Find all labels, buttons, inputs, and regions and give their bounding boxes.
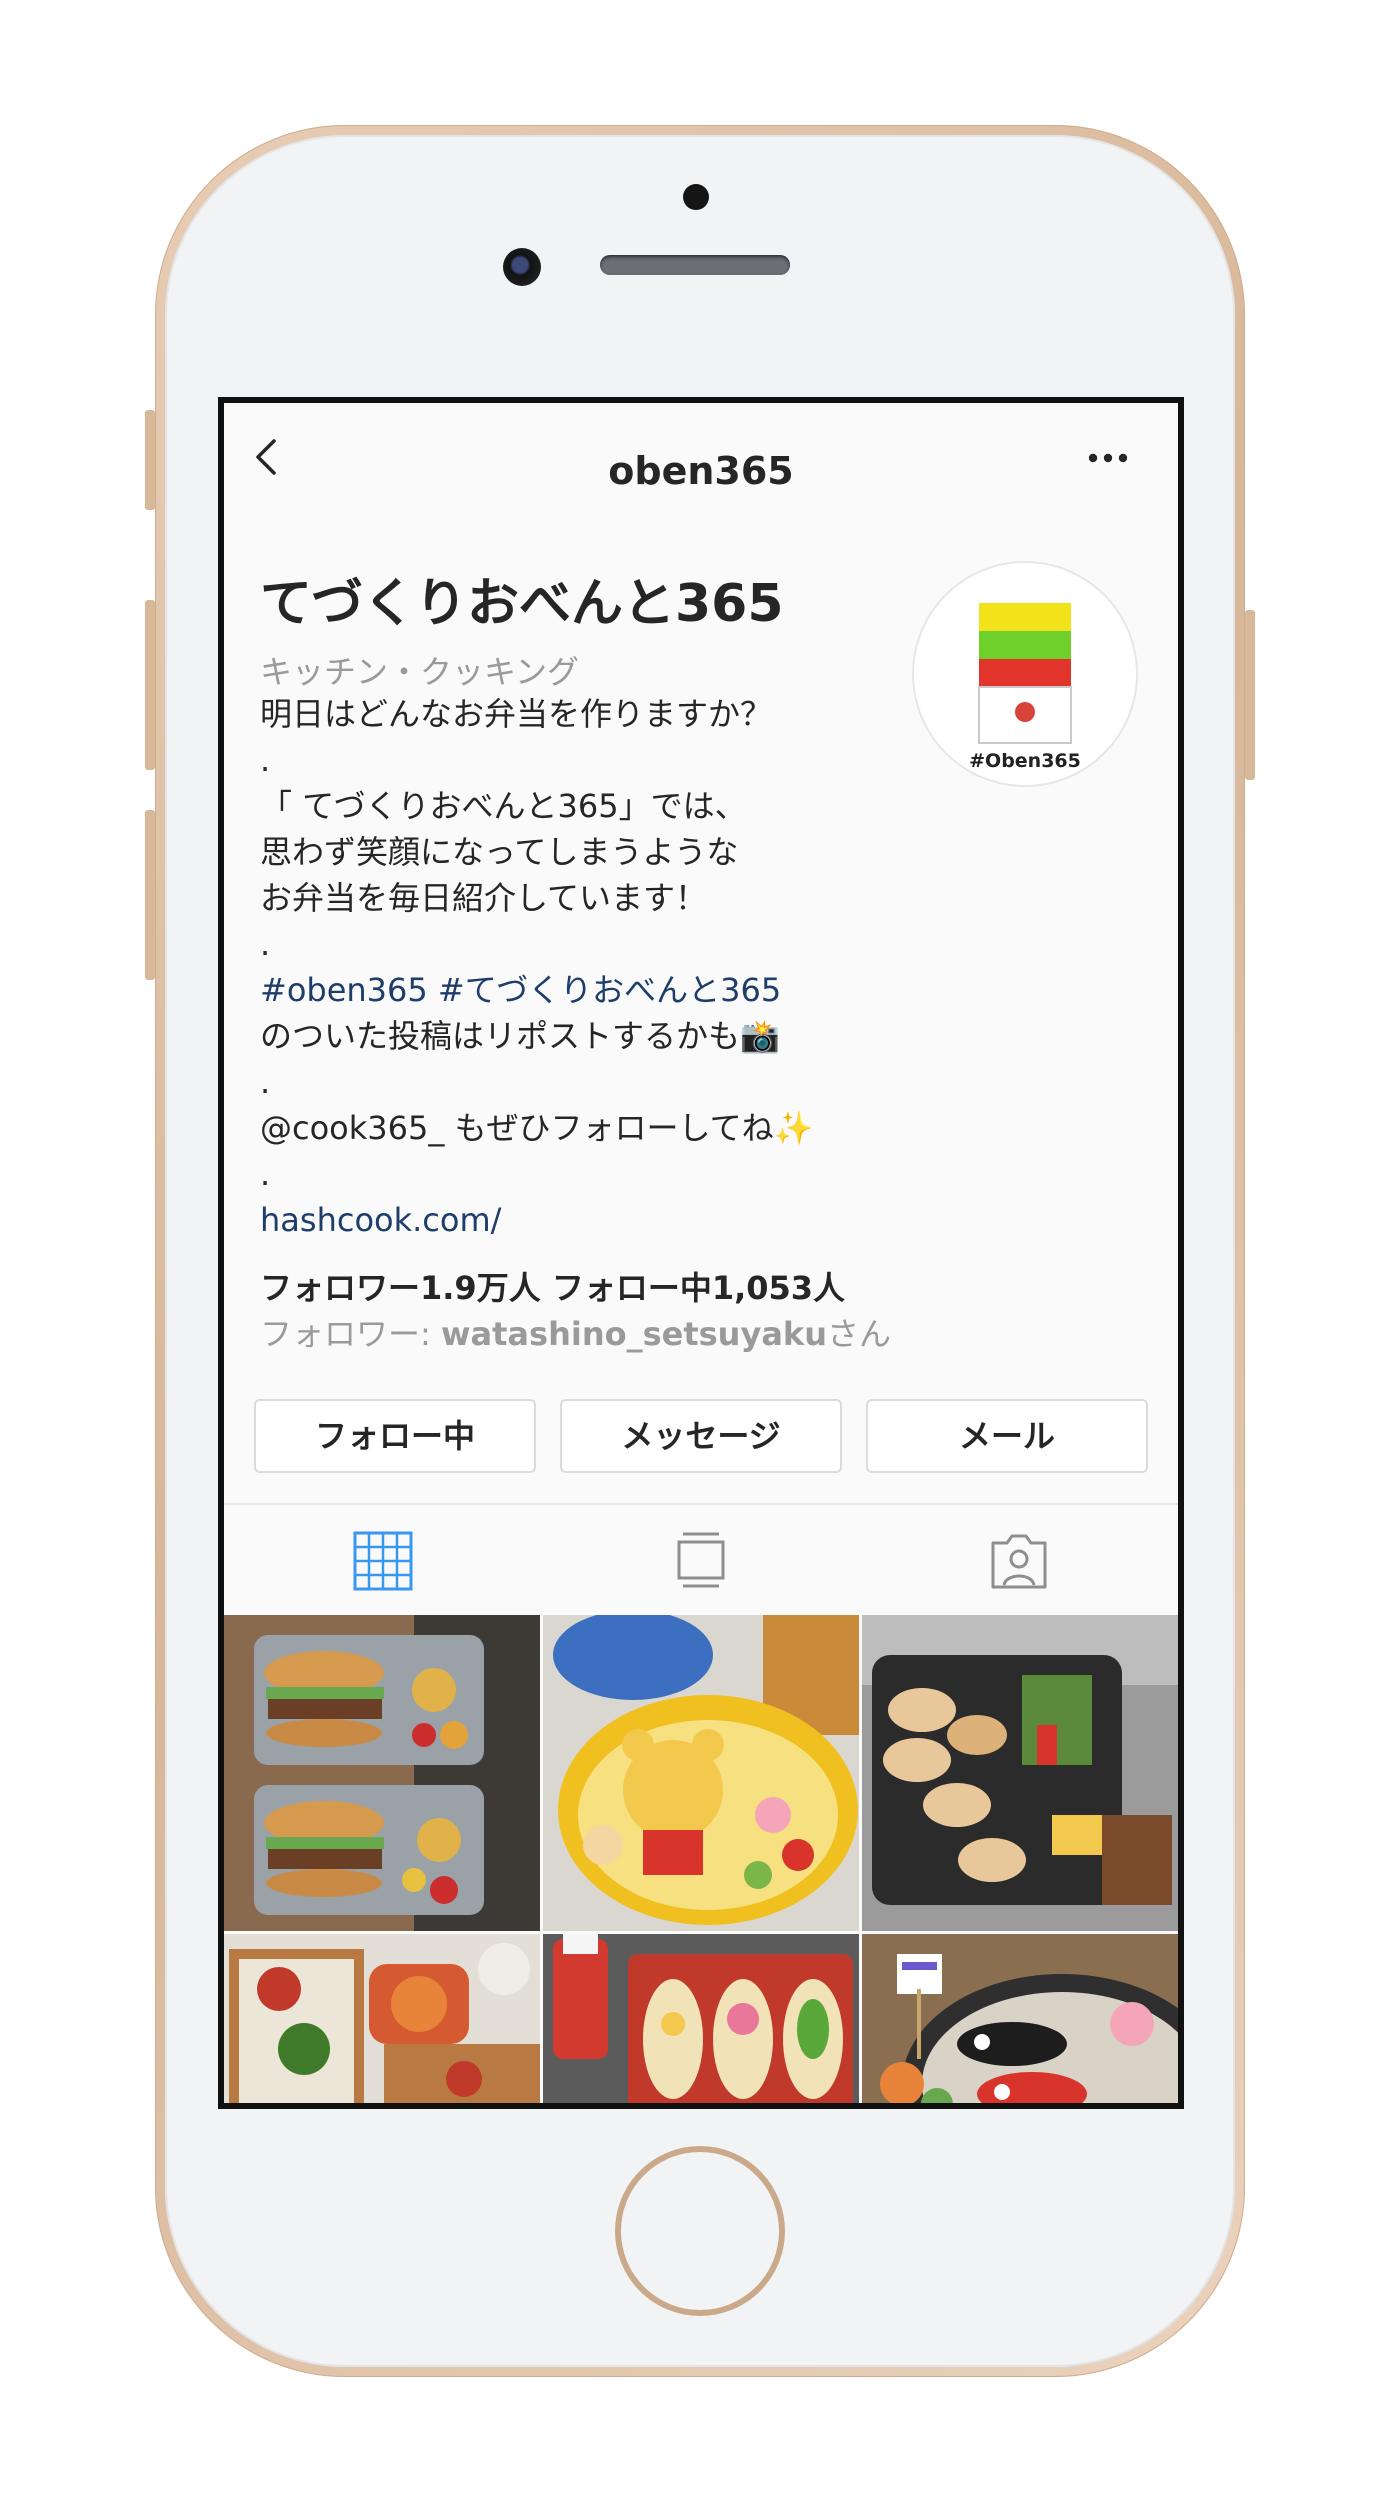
hashtag-links[interactable]: #oben365 #てづくりおべんと365: [260, 967, 900, 1013]
follower-stats[interactable]: フォロワー1.9万人 フォロー中1,053人: [260, 1263, 845, 1309]
following-button[interactable]: フォロー中: [254, 1399, 536, 1473]
profile-avatar[interactable]: #Oben365: [912, 561, 1138, 787]
followed-by[interactable]: フォロワー: watashino_setsuyakuさん: [260, 1309, 891, 1355]
bio-line: .: [260, 1155, 271, 1193]
tab-tagged[interactable]: [860, 1505, 1178, 1617]
bio-line: 明日はどんなお弁当を作りますか？: [260, 695, 773, 733]
bio-line: .: [260, 741, 271, 779]
profile-tabs: [224, 1503, 1178, 1617]
grid-icon: [353, 1531, 413, 1591]
pooh-bento-photo-icon: [543, 1615, 859, 1931]
profile-bio: 明日はどんなお弁当を作りますか？ . 「 てづくりおべんと365」では、 思わず…: [260, 691, 900, 1243]
oben365-logo-icon: #Oben365: [969, 603, 1081, 772]
post-thumbnail[interactable]: [862, 1615, 1178, 1931]
posts-grid: [224, 1615, 1178, 2103]
burger-bento-photo-icon: [224, 1615, 540, 1931]
rice-box-bento-photo-icon: [224, 1934, 540, 2103]
bio-line: 思わず笑顔になってしまうような: [260, 833, 739, 871]
followed-by-prefix: フォロワー:: [260, 1315, 441, 1353]
profile-category: キッチン・クッキング: [260, 653, 580, 691]
bio-line: .: [260, 1063, 271, 1101]
avatar-caption: #Oben365: [969, 750, 1081, 772]
post-thumbnail[interactable]: [543, 1934, 859, 2103]
followed-by-suffix: さん: [826, 1315, 891, 1353]
proximity-sensor: [683, 184, 709, 210]
top-nav: oben365: [224, 403, 1178, 493]
koinobori-bento-photo-icon: [862, 1934, 1178, 2103]
gyoza-bento-photo-icon: [862, 1615, 1178, 1931]
sandwich-bento-photo-icon: [543, 1934, 859, 2103]
mute-switch: [145, 410, 155, 510]
post-thumbnail[interactable]: [543, 1615, 859, 1931]
volume-down-button: [145, 810, 155, 980]
earpiece-speaker: [600, 255, 790, 275]
message-button[interactable]: メッセージ: [560, 1399, 842, 1473]
more-options-icon[interactable]: [1086, 451, 1130, 465]
tab-feed[interactable]: [542, 1505, 860, 1617]
followed-by-user: watashino_setsuyaku: [440, 1315, 827, 1353]
bio-line: のついた投稿はリポストするかも📸: [260, 1017, 780, 1055]
display-name: てづくりおべんと365: [260, 574, 784, 634]
profile-username: oben365: [608, 449, 794, 493]
website-link[interactable]: hashcook.com/: [260, 1197, 900, 1243]
post-thumbnail[interactable]: [224, 1615, 540, 1931]
post-thumbnail[interactable]: [862, 1934, 1178, 2103]
feed-icon: [677, 1532, 725, 1588]
tab-grid[interactable]: [224, 1505, 542, 1617]
front-camera: [503, 248, 541, 286]
mention-line[interactable]: @cook365_ もぜひフォローしてね✨: [260, 1105, 900, 1151]
home-button[interactable]: [615, 2146, 785, 2316]
screen: oben365 てづくりおべんと365 #Oben365 キッチン・クッキング …: [218, 397, 1184, 2109]
bio-line: 「 てづくりおべんと365」では、: [260, 787, 747, 825]
bio-line: お弁当を毎日紹介しています！: [260, 879, 708, 917]
tagged-person-icon: [991, 1534, 1047, 1589]
bio-line: .: [260, 925, 271, 963]
post-thumbnail[interactable]: [224, 1934, 540, 2103]
power-button: [1245, 610, 1255, 780]
volume-up-button: [145, 600, 155, 770]
email-button[interactable]: メール: [866, 1399, 1148, 1473]
